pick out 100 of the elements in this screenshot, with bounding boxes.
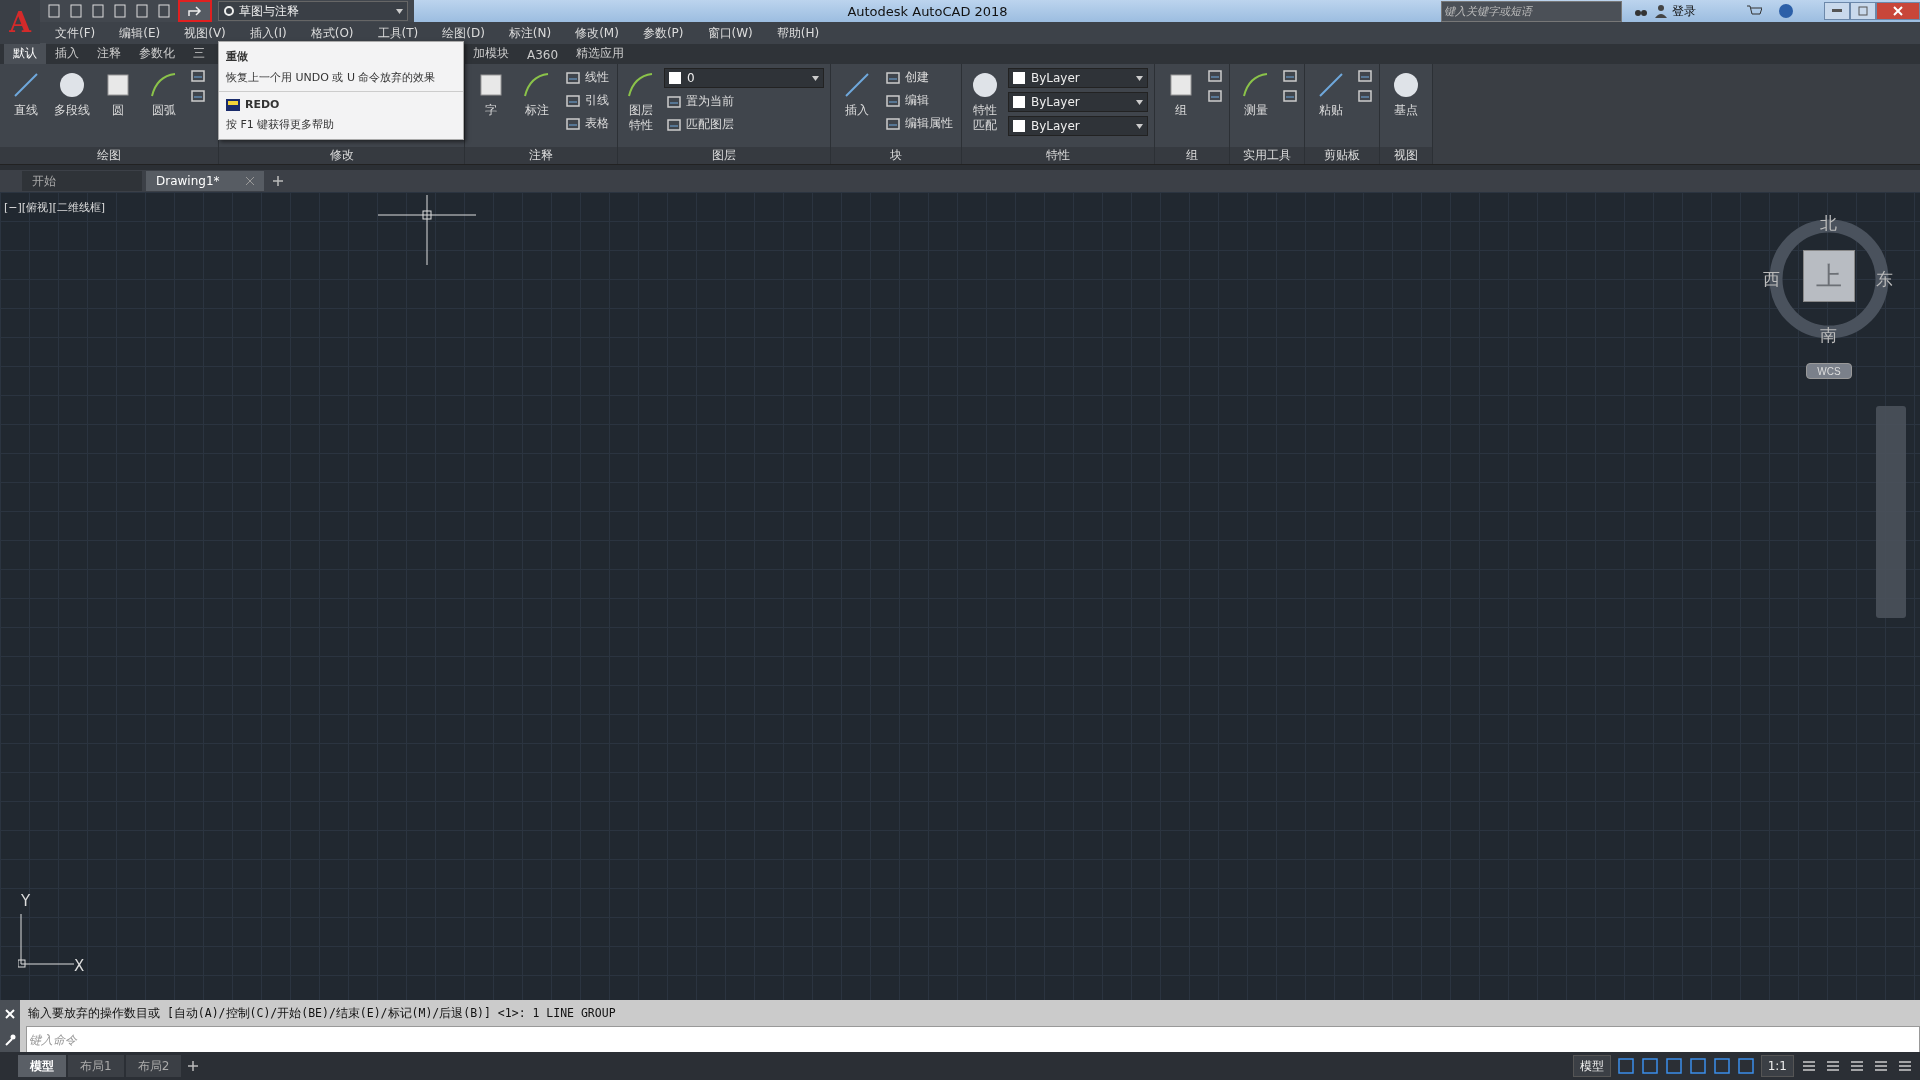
command-name: REDO (245, 98, 280, 111)
model-space-button[interactable]: 模型 (1572, 1055, 1611, 1077)
annotation-scale-button[interactable]: 1:1 (1760, 1055, 1794, 1077)
document-tab[interactable]: Drawing1* (146, 171, 264, 191)
ribbon-tab[interactable]: 注释 (88, 43, 130, 64)
menu-item[interactable]: 文件(F) (46, 24, 105, 42)
panel-title[interactable]: 实用工具 (1230, 147, 1304, 164)
maximize-button[interactable] (1850, 2, 1876, 20)
menu-item[interactable]: 格式(O) (301, 24, 363, 42)
panel-title[interactable]: 修改 (219, 147, 464, 164)
menu-item[interactable]: 编辑(E) (110, 24, 170, 42)
menu-item[interactable]: 插入(I) (240, 24, 296, 42)
panel-title[interactable]: 组 (1155, 147, 1229, 164)
tool-icon (1357, 68, 1373, 84)
tool-icon (885, 115, 901, 132)
tool-icon (666, 116, 682, 133)
caret-icon (1136, 123, 1143, 129)
command-input[interactable]: 键入命令 (26, 1026, 1920, 1053)
close-button[interactable] (0, 1000, 20, 1027)
panel-title[interactable]: 块 (831, 147, 961, 164)
command-icon (226, 98, 240, 111)
ribbon-button[interactable]: 线性 (563, 68, 611, 87)
ribbon-button[interactable]: 组 (1161, 68, 1201, 120)
ribbon-button[interactable]: 多段线 (52, 68, 92, 120)
ribbon-tab[interactable]: 插入 (46, 43, 88, 64)
close-icon[interactable] (246, 177, 254, 185)
menu-item[interactable]: 帮助(H) (767, 24, 829, 42)
ribbon-button[interactable]: 字 (471, 68, 511, 120)
menu-item[interactable]: 视图(V) (175, 24, 235, 42)
ribbon-button[interactable]: 标注 (517, 68, 557, 120)
menu-item[interactable]: 标注(N) (499, 24, 561, 42)
axis-label: Y (21, 892, 31, 910)
workspace-dropdown[interactable]: 草图与注释 (218, 1, 408, 21)
tooltip-title: 重做 (225, 49, 249, 65)
close-icon (5, 1008, 15, 1019)
ribbon-button[interactable]: 特性匹配 (968, 68, 1002, 135)
dropdown[interactable]: ByLayer (1008, 116, 1148, 136)
layout-tab[interactable]: 布局2 (125, 1055, 182, 1077)
ribbon-button[interactable]: 插入 (837, 68, 877, 120)
tool-icon (565, 92, 581, 109)
ribbon-button[interactable]: 圆弧 (144, 68, 184, 120)
menu-item[interactable]: 工具(T) (368, 24, 428, 42)
layout-tab[interactable]: 布局1 (68, 1055, 124, 1077)
ribbon-button[interactable]: 粘贴 (1311, 68, 1351, 120)
ribbon-button[interactable]: 编辑属性 (883, 114, 955, 133)
compass-label[interactable]: 东 (1876, 268, 1893, 291)
tool-icon (666, 93, 682, 110)
ribbon-button[interactable]: 测量 (1236, 68, 1276, 120)
panel-title[interactable]: 剪贴板 (1305, 147, 1379, 164)
ribbon-tab[interactable]: 精选应用 (567, 43, 634, 64)
menu-item[interactable]: 窗口(W) (698, 24, 762, 42)
cart-icon[interactable] (1746, 4, 1762, 18)
ribbon-button[interactable]: 基点 (1386, 68, 1426, 120)
ribbon-tab[interactable]: 三 (184, 43, 214, 64)
panel-title[interactable]: 特性 (962, 147, 1154, 164)
user-icon (1654, 4, 1668, 18)
color-swatch-icon (1013, 96, 1025, 108)
menu-item[interactable]: 参数(P) (633, 24, 693, 42)
search-field[interactable]: 键入关键字或短语 (1441, 0, 1622, 22)
compass-label[interactable]: 西 (1763, 268, 1780, 291)
menu-item[interactable]: 修改(M) (566, 24, 628, 42)
ribbon-tab[interactable]: 加模块 (464, 43, 518, 64)
tool-icon (1357, 88, 1373, 104)
ribbon-button[interactable]: 引线 (563, 91, 611, 110)
menu-item[interactable]: 绘图(D) (433, 24, 494, 42)
layout-tab[interactable]: 模型 (18, 1055, 66, 1077)
ribbon-button[interactable]: 置为当前 (664, 92, 824, 111)
ribbon-tab[interactable]: 参数化 (130, 43, 184, 64)
ribbon-tab[interactable]: 默认 (4, 43, 46, 64)
tool-icon (565, 115, 581, 132)
close-button[interactable] (1876, 2, 1920, 20)
panel-title[interactable]: 图层 (618, 147, 830, 164)
sign-in-link[interactable]: 登录 (1672, 2, 1696, 20)
ribbon-button[interactable]: 图层特性 (624, 68, 658, 135)
caret-icon (812, 75, 819, 81)
ribbon-button[interactable]: 直线 (6, 68, 46, 120)
drawing-canvas[interactable]: [−][俯视][二维线框] 北 西 上 东 南 WCS Y X (0, 192, 1920, 1000)
ribbon-tab[interactable]: A360 (518, 46, 568, 64)
ribbon-button[interactable]: 表格 (563, 114, 611, 133)
compass-label[interactable]: 南 (1820, 324, 1837, 347)
panel-title[interactable]: 视图 (1380, 147, 1432, 164)
customize-button[interactable] (0, 1027, 20, 1052)
ribbon-button[interactable]: 匹配图层 (664, 115, 824, 134)
ribbon-button[interactable]: 创建 (883, 68, 955, 87)
ribbon-button[interactable]: 编辑 (883, 91, 955, 110)
redo-button[interactable] (178, 0, 212, 22)
tool-icon (565, 69, 581, 86)
dropdown[interactable]: 0 (664, 68, 824, 88)
tool-icon (1282, 88, 1298, 104)
dropdown[interactable]: ByLayer (1008, 92, 1148, 112)
panel-title[interactable]: 绘图 (0, 147, 218, 164)
viewport-controls[interactable]: [−][俯视][二维线框] (4, 200, 105, 215)
dropdown[interactable]: ByLayer (1008, 68, 1148, 88)
panel-title[interactable]: 注释 (465, 147, 617, 164)
document-tab[interactable]: 开始 (22, 171, 142, 191)
color-swatch-icon (1013, 120, 1025, 132)
minimize-button[interactable] (1824, 2, 1850, 20)
compass-label[interactable]: 北 (1820, 212, 1837, 235)
ribbon-button[interactable]: 圆 (98, 68, 138, 120)
tool-icon (885, 69, 901, 86)
